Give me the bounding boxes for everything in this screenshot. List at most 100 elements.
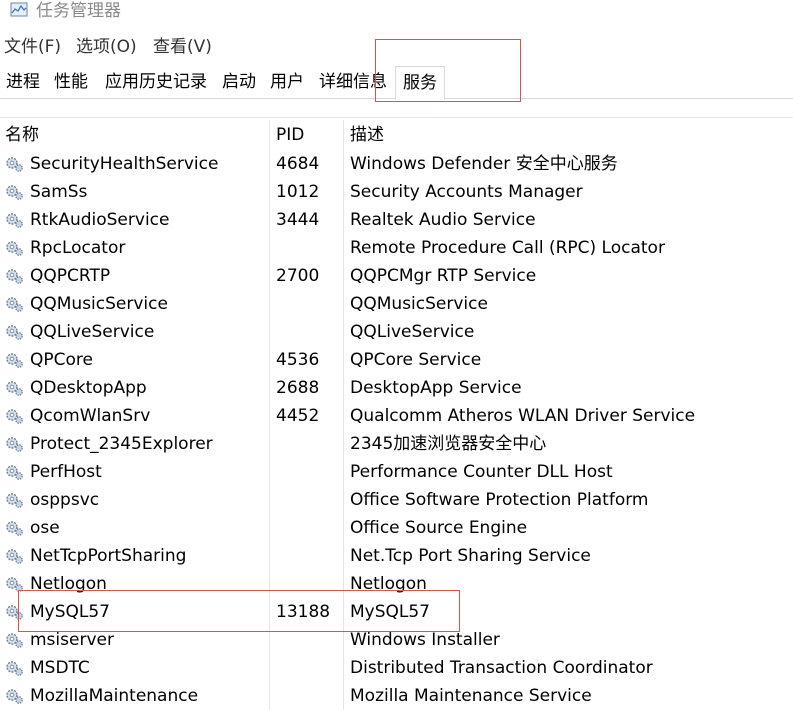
service-row[interactable]: QQLiveService QQLiveService (0, 318, 793, 346)
service-description: MySQL57 (350, 602, 431, 622)
service-name: MozillaMaintenance (30, 686, 199, 706)
service-description: Performance Counter DLL Host (350, 462, 613, 482)
service-row[interactable]: MSDTC Distributed Transaction Coordinator (0, 654, 793, 682)
service-row[interactable]: MySQL57 13188 MySQL57 (0, 598, 793, 626)
service-description: Windows Installer (350, 630, 500, 650)
service-description: Mozilla Maintenance Service (350, 686, 592, 706)
column-header-pid[interactable]: PID (276, 122, 304, 148)
service-description: Office Source Engine (350, 518, 528, 538)
window-title: 任务管理器 (36, 1, 121, 21)
service-description: Qualcomm Atheros WLAN Driver Service (350, 406, 696, 426)
menu-view[interactable]: 查看(V) (153, 34, 212, 60)
service-name: MySQL57 (30, 602, 111, 622)
service-gear-icon (6, 213, 23, 228)
service-name: SecurityHealthService (30, 154, 219, 174)
header-top-line (0, 117, 793, 118)
menu-file[interactable]: 文件(F) (4, 34, 61, 60)
service-name: QPCore (30, 350, 93, 370)
service-gear-icon (6, 437, 23, 452)
service-gear-icon (6, 465, 23, 480)
service-gear-icon (6, 269, 23, 284)
service-gear-icon (6, 157, 23, 172)
service-name: QQMusicService (30, 294, 168, 314)
tab-startup[interactable]: 启动 (217, 66, 261, 98)
service-row[interactable]: NetTcpPortSharing Net.Tcp Port Sharing Se… (0, 542, 793, 570)
service-pid: 4536 (276, 350, 320, 370)
service-row[interactable]: ose Office Source Engine (0, 514, 793, 542)
tab-processes[interactable]: 进程 (0, 66, 46, 98)
column-header-description[interactable]: 描述 (350, 122, 384, 148)
service-row[interactable]: osppsvc Office Software Protection Platfo… (0, 486, 793, 514)
service-description: DesktopApp Service (350, 378, 522, 398)
tab-users[interactable]: 用户 (265, 66, 309, 98)
service-pid: 4684 (276, 154, 320, 174)
title-bar: 任务管理器 (0, 0, 793, 24)
service-description: Realtek Audio Service (350, 210, 536, 230)
service-name: ose (30, 518, 60, 538)
service-gear-icon (6, 185, 23, 200)
service-pid: 2700 (276, 266, 320, 286)
menu-options[interactable]: 选项(O) (76, 34, 137, 60)
service-gear-icon (6, 325, 23, 340)
service-name: NetTcpPortSharing (30, 546, 187, 566)
service-name: QQPCRTP (30, 266, 111, 286)
service-gear-icon (6, 353, 23, 368)
service-description: QQPCMgr RTP Service (350, 266, 537, 286)
service-gear-icon (6, 241, 23, 256)
service-pid: 2688 (276, 378, 320, 398)
service-name: SamSs (30, 182, 88, 202)
service-name: msiserver (30, 630, 114, 650)
service-name: QDesktopApp (30, 378, 147, 398)
service-row[interactable]: msiserver Windows Installer (0, 626, 793, 654)
service-pid: 1012 (276, 182, 320, 202)
service-name: RtkAudioService (30, 210, 170, 230)
service-description: Distributed Transaction Coordinator (350, 658, 653, 678)
service-row[interactable]: PerfHost Performance Counter DLL Host (0, 458, 793, 486)
service-gear-icon (6, 577, 23, 592)
column-header-name[interactable]: 名称 (5, 122, 39, 148)
service-row[interactable]: QQMusicService QQMusicService (0, 290, 793, 318)
service-row[interactable]: Protect_2345Explorer 2345加速浏览器安全中心 (0, 430, 793, 458)
service-row[interactable]: RpcLocator Remote Procedure Call (RPC) Lo… (0, 234, 793, 262)
service-name: Protect_2345Explorer (30, 434, 213, 454)
tab-app-history[interactable]: 应用历史记录 (97, 66, 215, 98)
service-name: MSDTC (30, 658, 90, 678)
service-name: QQLiveService (30, 322, 155, 342)
service-gear-icon (6, 381, 23, 396)
service-row[interactable]: Netlogon Netlogon (0, 570, 793, 598)
service-row[interactable]: QQPCRTP 2700 QQPCMgr RTP Service (0, 262, 793, 290)
service-gear-icon (6, 521, 23, 536)
service-name: PerfHost (30, 462, 102, 482)
service-gear-icon (6, 689, 23, 704)
service-description: Security Accounts Manager (350, 182, 583, 202)
service-gear-icon (6, 409, 23, 424)
service-row[interactable]: QDesktopApp 2688 DesktopApp Service (0, 374, 793, 402)
service-gear-icon (6, 633, 23, 648)
service-description: Net.Tcp Port Sharing Service (350, 546, 591, 566)
service-row[interactable]: QPCore 4536 QPCore Service (0, 346, 793, 374)
service-row[interactable]: MozillaMaintenance Mozilla Maintenance Se… (0, 682, 793, 710)
service-pid: 3444 (276, 210, 320, 230)
service-description: Windows Defender 安全中心服务 (350, 154, 618, 174)
service-name: Netlogon (30, 574, 107, 594)
service-name: RpcLocator (30, 238, 126, 258)
service-row[interactable]: SecurityHealthService 4684 Windows Defende… (0, 150, 793, 178)
services-list: SecurityHealthService 4684 Windows Defende… (0, 150, 793, 710)
tab-services[interactable]: 服务 (395, 66, 445, 100)
menu-bar: 文件(F) 选项(O) 查看(V) (0, 34, 793, 60)
service-description: Netlogon (350, 574, 427, 594)
tab-bar: 进程 性能 应用历史记录 启动 用户 详细信息 服务 (0, 66, 793, 100)
tab-performance[interactable]: 性能 (49, 66, 93, 98)
service-row[interactable]: RtkAudioService 3444 Realtek Audio Service (0, 206, 793, 234)
service-gear-icon (6, 297, 23, 312)
service-description: QQMusicService (350, 294, 488, 314)
service-gear-icon (6, 661, 23, 676)
tab-details[interactable]: 详细信息 (313, 66, 393, 98)
service-description: 2345加速浏览器安全中心 (350, 434, 547, 454)
service-pid: 13188 (276, 602, 331, 622)
service-row[interactable]: SamSs 1012 Security Accounts Manager (0, 178, 793, 206)
service-pid: 4452 (276, 406, 320, 426)
service-row[interactable]: QcomWlanSrv 4452 Qualcomm Atheros WLAN Dri… (0, 402, 793, 430)
task-manager-window: 任务管理器 文件(F) 选项(O) 查看(V) 进程 性能 应用历史记录 启动 … (0, 0, 793, 710)
task-manager-icon (10, 2, 28, 17)
